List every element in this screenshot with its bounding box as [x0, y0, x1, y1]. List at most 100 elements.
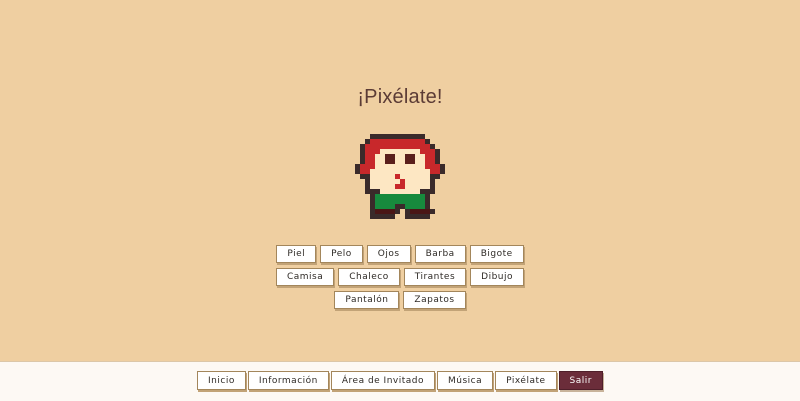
sprite-pixel [375, 139, 380, 144]
option-button-tirantes[interactable]: Tirantes [403, 268, 467, 286]
sprite-pixel [370, 164, 375, 169]
sprite-pixel [395, 169, 400, 174]
option-button-piel[interactable]: Piel [276, 245, 317, 263]
sprite-pixel [390, 149, 395, 154]
sprite-pixel [360, 154, 365, 159]
sprite-pixel [370, 134, 375, 139]
sprite-pixel [400, 194, 405, 199]
option-button-camisa[interactable]: Camisa [275, 268, 335, 286]
option-button-bigote[interactable]: Bigote [469, 245, 524, 263]
sprite-pixel [425, 164, 430, 169]
option-button-barba[interactable]: Barba [414, 245, 466, 263]
nav-button-musica[interactable]: Música [437, 371, 494, 390]
sprite-pixel [405, 179, 410, 184]
nav-button-area-de-invitado[interactable]: Área de Invitado [330, 371, 436, 390]
sprite-pixel [375, 194, 380, 199]
sprite-pixel [365, 179, 370, 184]
nav-button-informacion[interactable]: Información [247, 371, 329, 390]
sprite-pixel [375, 144, 380, 149]
sprite-pixel [400, 189, 405, 194]
sprite-pixel [370, 139, 375, 144]
sprite-pixel [415, 149, 420, 154]
sprite-pixel [390, 194, 395, 199]
sprite-pixel [390, 134, 395, 139]
sprite-pixel [415, 159, 420, 164]
sprite-pixel [380, 149, 385, 154]
sprite-pixel [355, 169, 360, 174]
sprite-pixel [425, 179, 430, 184]
sprite-pixel [405, 204, 410, 209]
sprite-pixel [395, 164, 400, 169]
nav-button-salir[interactable]: Salir [558, 371, 603, 390]
option-button-dibujo[interactable]: Dibujo [470, 268, 525, 286]
sprite-pixel [415, 144, 420, 149]
sprite-pixel [390, 179, 395, 184]
sprite-pixel [420, 194, 425, 199]
sprite-pixel [420, 139, 425, 144]
sprite-pixel [395, 189, 400, 194]
option-button-pelo[interactable]: Pelo [320, 245, 363, 263]
sprite-pixel [400, 204, 405, 209]
sprite-pixel [385, 149, 390, 154]
sprite-pixel [405, 184, 410, 189]
sprite-pixel [400, 139, 405, 144]
sprite-pixel [430, 189, 435, 194]
sprite-pixel [430, 174, 435, 179]
sprite-pixel [370, 154, 375, 159]
sprite-pixel [425, 199, 430, 204]
sprite-pixel [375, 149, 380, 154]
sprite-pixel [405, 149, 410, 154]
sprite-pixel [405, 144, 410, 149]
sprite-pixel [365, 154, 370, 159]
sprite-pixel [405, 214, 410, 219]
option-button-chaleco[interactable]: Chaleco [338, 268, 400, 286]
sprite-pixel [425, 139, 430, 144]
sprite-pixel [400, 164, 405, 169]
sprite-pixel [410, 184, 415, 189]
sprite-pixel [425, 149, 430, 154]
sprite-pixel [385, 209, 390, 214]
sprite-pixel [405, 189, 410, 194]
sprite-pixel [410, 144, 415, 149]
sprite-pixel [430, 209, 435, 214]
sprite-pixel [420, 199, 425, 204]
options-row-legs: Pantalón Zapatos [0, 291, 800, 309]
sprite-pixel [370, 199, 375, 204]
sprite-pixel [380, 139, 385, 144]
option-button-zapatos[interactable]: Zapatos [403, 291, 466, 309]
nav-button-inicio[interactable]: Inicio [197, 371, 246, 390]
sprite-pixel [420, 204, 425, 209]
sprite-pixel [390, 204, 395, 209]
sprite-pixel [375, 164, 380, 169]
sprite-pixel [410, 154, 415, 159]
sprite-pixel [370, 194, 375, 199]
sprite-pixel [400, 144, 405, 149]
sprite-pixel [425, 204, 430, 209]
options-row-body: Camisa Chaleco Tirantes Dibujo [0, 268, 800, 286]
sprite-pixel [385, 204, 390, 209]
sprite-pixel [380, 134, 385, 139]
sprite-pixel [360, 174, 365, 179]
sprite-pixel [380, 199, 385, 204]
sprite-pixel [380, 184, 385, 189]
sprite-pixel [420, 174, 425, 179]
option-button-ojos[interactable]: Ojos [366, 245, 411, 263]
option-button-pantalon[interactable]: Pantalón [334, 291, 400, 309]
sprite-pixel [415, 189, 420, 194]
sprite-pixel [395, 209, 400, 214]
sprite-pixel [385, 169, 390, 174]
sprite-pixel [365, 149, 370, 154]
nav-button-pixelate[interactable]: Pixélate [495, 371, 557, 390]
sprite-pixel [395, 194, 400, 199]
sprite-pixel [380, 169, 385, 174]
sprite-pixel [365, 144, 370, 149]
sprite-pixel [365, 169, 370, 174]
sprite-pixel [375, 214, 380, 219]
sprite-pixel [380, 209, 385, 214]
sprite-pixel [400, 134, 405, 139]
sprite-pixel [390, 184, 395, 189]
sprite-pixel [395, 184, 400, 189]
sprite-pixel [430, 154, 435, 159]
sprite-pixel [400, 169, 405, 174]
sprite-pixel [370, 149, 375, 154]
